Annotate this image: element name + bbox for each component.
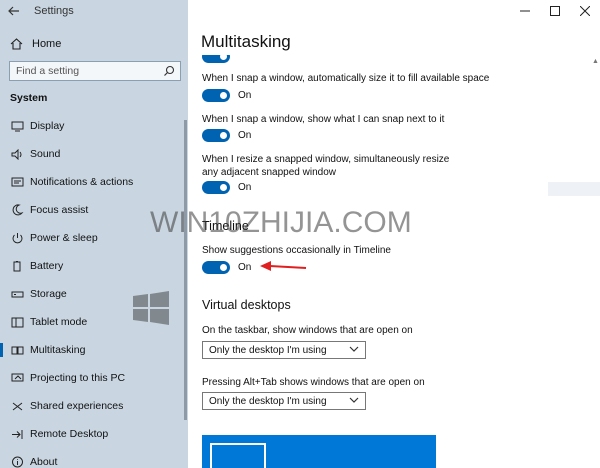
sound-icon [10,147,24,161]
sidebar-item-storage[interactable]: Storage [0,280,188,308]
sidebar-item-display[interactable]: Display [0,112,188,140]
close-icon [580,6,590,16]
storage-icon [10,287,24,301]
taskbar-dropdown[interactable]: Only the desktop I'm using [202,341,366,359]
back-arrow-icon [8,6,19,16]
sidebar-item-label: Battery [30,260,64,272]
minimize-icon [520,10,530,12]
virtual-desktops-heading: Virtual desktops [202,298,291,312]
sidebar-item-label: Focus assist [30,204,89,216]
sidebar-item-projecting[interactable]: Projecting to this PC [0,364,188,392]
maximize-icon [550,6,560,16]
snap-setting1-label: When I snap a window, automatically size… [202,73,490,84]
alttab-dropdown[interactable]: Only the desktop I'm using [202,392,366,410]
alttab-dropdown-value: Only the desktop I'm using [209,395,327,407]
title-bar: Settings [0,0,188,22]
snap-setting2-label: When I snap a window, show what I can sn… [202,114,445,125]
timeline-heading: Timeline [202,219,249,233]
snap-setting1-toggle[interactable] [202,89,230,102]
toggle-state: On [238,262,252,273]
taskbar-dropdown-value: Only the desktop I'm using [209,344,327,356]
home-label: Home [32,38,62,50]
sidebar-item-label: Storage [30,288,67,300]
remote-desktop-icon [10,427,24,441]
sidebar-item-label: Sound [30,148,61,160]
chevron-down-icon [349,346,359,352]
search-input[interactable]: Find a setting [9,61,181,81]
close-button[interactable] [570,0,600,22]
alttab-setting-label: Pressing Alt+Tab shows windows that are … [202,377,425,388]
page-title: Multitasking [201,32,291,51]
timeline-toggle-row: On [202,261,251,274]
toggle-state: On [238,182,252,193]
sidebar-item-label: Multitasking [30,344,86,356]
sidebar-item-shared-experiences[interactable]: Shared experiences [0,392,188,420]
minimize-button[interactable] [510,0,540,22]
toggle-state: On [238,90,252,101]
sidebar-item-label: Tablet mode [30,316,88,328]
sidebar-item-label: Projecting to this PC [30,372,126,384]
battery-icon [10,259,24,273]
sidebar-item-multitasking[interactable]: Multitasking [0,336,188,364]
search-icon [164,65,175,76]
notifications-icon [10,175,24,189]
sidebar: Settings Home Find a setting System Disp… [0,0,188,468]
multitasking-preview-image [202,435,436,468]
sidebar-item-label: About [30,456,58,468]
sidebar-item-notifications[interactable]: Notifications & actions [0,168,188,196]
sidebar-item-label: Power & sleep [30,232,98,244]
power-icon [10,231,24,245]
timeline-setting-label: Show suggestions occasionally in Timelin… [202,245,391,256]
sidebar-item-focus-assist[interactable]: Focus assist [0,196,188,224]
search-placeholder: Find a setting [16,65,80,77]
preview-window-outline [210,443,266,468]
maximize-button[interactable] [540,0,570,22]
home-icon [10,38,24,50]
sidebar-item-battery[interactable]: Battery [0,252,188,280]
taskbar-setting-label: On the taskbar, show windows that are op… [202,325,413,336]
projecting-icon [10,371,24,385]
shared-experiences-icon [10,399,24,413]
display-icon [10,119,24,133]
snap-setting1-toggle-row: On [202,89,251,102]
snap-setting2-toggle-row: On [202,129,251,142]
sidebar-item-label: Remote Desktop [30,428,109,440]
chevron-down-icon [349,397,359,403]
main-content: Multitasking When I snap a window, autom… [188,0,600,468]
sidebar-item-tablet-mode[interactable]: Tablet mode [0,308,188,336]
app-title: Settings [34,5,74,17]
toggle-state: On [238,130,252,141]
sidebar-item-power[interactable]: Power & sleep [0,224,188,252]
timeline-toggle[interactable] [202,261,230,274]
scroll-up-icon[interactable]: ▲ [592,58,599,65]
snap-setting3-toggle[interactable] [202,181,230,194]
sidebar-item-label: Shared experiences [30,400,124,412]
snap-setting3-label: When I resize a snapped window, simultan… [202,154,450,178]
sidebar-item-sound[interactable]: Sound [0,140,188,168]
snap-setting2-toggle[interactable] [202,129,230,142]
sidebar-item-remote-desktop[interactable]: Remote Desktop [0,420,188,448]
focus-assist-icon [10,203,24,217]
window-controls [510,0,600,22]
home-nav-item[interactable]: Home [0,34,188,54]
back-button[interactable] [0,0,28,22]
section-label: System [10,92,48,104]
background-hint [548,182,600,196]
sidebar-item-label: Notifications & actions [30,176,134,188]
sidebar-scrollbar[interactable] [184,120,187,420]
sidebar-nav: Display Sound Notifications & actions Fo… [0,112,188,468]
multitasking-icon [10,343,24,357]
tablet-mode-icon [10,315,24,329]
sidebar-item-label: Display [30,120,65,132]
about-icon [10,455,24,468]
sidebar-item-about[interactable]: About [0,448,188,468]
snap-setting3-toggle-row: On [202,181,251,194]
